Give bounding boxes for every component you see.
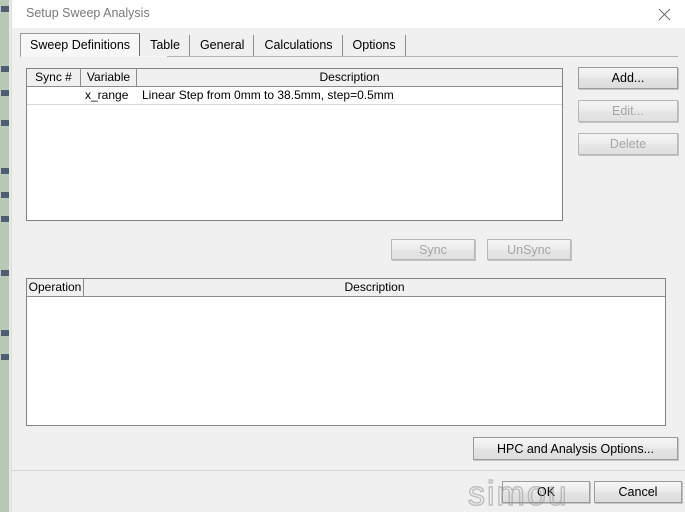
sweep-definitions-table[interactable]: Sync # Variable Description x_range Line… (26, 68, 563, 221)
bg-text-fragment (1, 192, 9, 198)
bg-text-fragment (1, 270, 9, 276)
close-icon[interactable] (642, 0, 685, 28)
column-header-op-description[interactable]: Description (84, 279, 665, 296)
sweep-table-header: Sync # Variable Description (27, 69, 562, 87)
cell-variable: x_range (85, 88, 129, 102)
tab-options[interactable]: Options (342, 35, 406, 56)
tab-sweep-definitions[interactable]: Sweep Definitions (20, 33, 141, 56)
operation-table-header: Operation Description (27, 279, 665, 297)
tab-active-seam (21, 56, 167, 57)
bg-text-fragment (1, 216, 9, 222)
titlebar: Setup Sweep Analysis (12, 0, 685, 28)
bg-text-fragment (1, 168, 9, 174)
setup-sweep-analysis-dialog: Setup Sweep Analysis Sweep Definitions T… (11, 0, 685, 512)
unsync-button: UnSync (487, 239, 571, 260)
operation-table[interactable]: Operation Description (26, 278, 666, 426)
dialog-client-area: Sweep Definitions Table General Calculat… (12, 28, 685, 512)
column-header-sync[interactable]: Sync # (27, 69, 81, 86)
tab-strip: Sweep Definitions Table General Calculat… (20, 33, 406, 56)
tab-general[interactable]: General (189, 35, 255, 56)
tab-calculations[interactable]: Calculations (254, 35, 343, 56)
sweep-table-body: x_range Linear Step from 0mm to 38.5mm, … (27, 87, 562, 105)
window-title: Setup Sweep Analysis (26, 6, 150, 20)
cancel-button[interactable]: Cancel (594, 481, 682, 503)
column-header-description[interactable]: Description (137, 69, 562, 86)
cell-sync (27, 87, 81, 104)
bg-text-fragment (1, 6, 9, 12)
table-row[interactable]: x_range Linear Step from 0mm to 38.5mm, … (27, 87, 562, 105)
delete-button: Delete (578, 133, 678, 155)
background-window-sliver (0, 0, 11, 512)
footer-bar: OK Cancel (12, 471, 685, 512)
cell-description: Linear Step from 0mm to 38.5mm, step=0.5… (142, 88, 394, 102)
tab-table[interactable]: Table (140, 35, 190, 56)
column-header-operation[interactable]: Operation (27, 279, 84, 296)
add-button[interactable]: Add... (578, 67, 678, 89)
edit-button: Edit... (578, 100, 678, 122)
ok-button[interactable]: OK (502, 481, 590, 503)
column-header-variable[interactable]: Variable (81, 69, 137, 86)
bg-text-fragment (1, 354, 9, 360)
bg-text-fragment (1, 330, 9, 336)
bg-text-fragment (1, 120, 9, 126)
hpc-and-analysis-options-button[interactable]: HPC and Analysis Options... (473, 437, 678, 460)
sync-button: Sync (391, 239, 475, 260)
bg-text-fragment (1, 90, 9, 96)
bg-text-fragment (1, 66, 9, 72)
